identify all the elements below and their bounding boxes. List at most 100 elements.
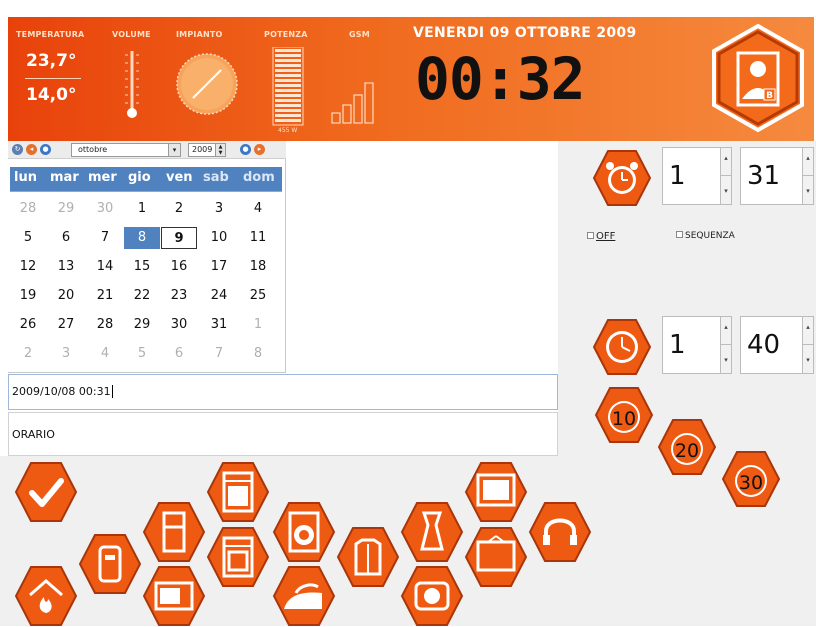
calendar-day[interactable]: 5 bbox=[10, 227, 46, 249]
timer-minute-spinbox[interactable]: 40 ▴ ▾ bbox=[740, 316, 814, 374]
year-spinbox[interactable]: 2009 ▲ ▼ bbox=[188, 143, 226, 157]
tv-button[interactable] bbox=[464, 461, 528, 523]
next-month-icon[interactable]: ▸ bbox=[254, 144, 265, 155]
calendar-day[interactable]: 7 bbox=[87, 227, 123, 249]
spin-up-icon[interactable]: ▴ bbox=[720, 317, 731, 345]
calendar-day[interactable]: 8 bbox=[124, 227, 160, 249]
sequenza-checkbox-box[interactable] bbox=[676, 231, 683, 238]
calendar-day[interactable]: 27 bbox=[48, 314, 84, 336]
user-profile-button[interactable]: B bbox=[710, 23, 806, 137]
oven-button[interactable] bbox=[206, 526, 270, 588]
sequenza-checkbox[interactable]: SEQUENZA bbox=[676, 231, 735, 241]
calendar-day[interactable]: 1 bbox=[240, 314, 276, 336]
spin-down-icon[interactable]: ▾ bbox=[720, 176, 731, 204]
weekday-header: lun mar mer gio ven sab dom bbox=[10, 167, 282, 191]
calendar-day[interactable]: 12 bbox=[10, 256, 46, 278]
prev-month-icon[interactable]: ◂ bbox=[26, 144, 37, 155]
off-checkbox-box[interactable] bbox=[587, 232, 594, 239]
off-checkbox[interactable]: OFF bbox=[587, 231, 615, 242]
calendar-day[interactable]: 30 bbox=[87, 198, 123, 220]
weekday-5: sab bbox=[203, 170, 229, 185]
toaster-button[interactable] bbox=[400, 565, 464, 627]
calendar-day[interactable]: 2 bbox=[161, 198, 197, 220]
volume-slider[interactable] bbox=[122, 49, 142, 121]
calendar-day[interactable]: 3 bbox=[48, 343, 84, 365]
spin-up-icon[interactable]: ▴ bbox=[802, 148, 813, 176]
calendar-day[interactable]: 26 bbox=[10, 314, 46, 336]
coffee-maker-button[interactable] bbox=[400, 501, 464, 563]
calendar-day[interactable]: 4 bbox=[87, 343, 123, 365]
alarm-hour-spinbox[interactable]: 1 ▴ ▾ bbox=[662, 147, 732, 205]
alarm-clock-button[interactable] bbox=[592, 149, 652, 207]
small-tv-button[interactable] bbox=[464, 526, 528, 588]
alarm-minute-spinbox[interactable]: 31 ▴ ▾ bbox=[740, 147, 814, 205]
calendar-day[interactable]: 17 bbox=[201, 256, 237, 278]
microwave-icon bbox=[142, 566, 206, 626]
calendar-day[interactable]: 18 bbox=[240, 256, 276, 278]
quick-timer-30-button[interactable]: 30 bbox=[721, 450, 781, 508]
quick-timer-20-button[interactable]: 20 bbox=[657, 418, 717, 476]
calendar-day[interactable]: 21 bbox=[87, 285, 123, 307]
datetime-field[interactable]: 2009/10/08 00:31 bbox=[8, 374, 558, 410]
month-select[interactable]: ottobre ▾ bbox=[71, 143, 181, 157]
volume-label: VOLUME bbox=[112, 30, 151, 39]
refresh-icon[interactable]: ↻ bbox=[12, 144, 23, 155]
refrigerator-button[interactable] bbox=[142, 501, 206, 563]
washing-machine-button[interactable] bbox=[272, 501, 336, 563]
calendar-day[interactable]: 3 bbox=[201, 198, 237, 220]
water-heater-button[interactable] bbox=[78, 533, 142, 595]
calendar-day[interactable]: 7 bbox=[201, 343, 237, 365]
calendar-day[interactable]: 25 bbox=[240, 285, 276, 307]
calendar-day[interactable]: 2 bbox=[10, 343, 46, 365]
spin-down-icon[interactable]: ▾ bbox=[802, 176, 813, 204]
timer-hour-spinbox[interactable]: 1 ▴ ▾ bbox=[662, 316, 732, 374]
calendar-day[interactable]: 4 bbox=[240, 198, 276, 220]
heating-button[interactable] bbox=[14, 565, 78, 627]
calendar-day[interactable]: 28 bbox=[87, 314, 123, 336]
calendar-info-icon[interactable]: ● bbox=[240, 144, 251, 155]
weekday-3: gio bbox=[128, 170, 151, 185]
calendar-day[interactable]: 8 bbox=[240, 343, 276, 365]
calendar-day[interactable]: 11 bbox=[240, 227, 276, 249]
audio-button[interactable] bbox=[528, 501, 592, 563]
calendar-home-icon[interactable]: ● bbox=[40, 144, 51, 155]
calendar-day[interactable]: 6 bbox=[161, 343, 197, 365]
spin-up-icon[interactable]: ▴ bbox=[802, 317, 813, 345]
calendar-day[interactable]: 31 bbox=[201, 314, 237, 336]
iron-button[interactable] bbox=[272, 565, 336, 627]
calendar-day[interactable]: 30 bbox=[161, 314, 197, 336]
calendar-day[interactable]: 1 bbox=[124, 198, 160, 220]
calendar-day[interactable]: 5 bbox=[124, 343, 160, 365]
calendar-day[interactable]: 14 bbox=[87, 256, 123, 278]
shirts-button[interactable] bbox=[336, 526, 400, 588]
weekday-4: ven bbox=[166, 170, 193, 185]
spin-down-icon[interactable]: ▾ bbox=[802, 345, 813, 373]
orario-field[interactable]: ORARIO bbox=[8, 412, 558, 456]
calendar-day[interactable]: 20 bbox=[48, 285, 84, 307]
calendar-day[interactable]: 10 bbox=[201, 227, 237, 249]
calendar-day[interactable]: 9 bbox=[161, 227, 197, 249]
confirm-button[interactable] bbox=[14, 461, 78, 523]
calendar-day[interactable]: 15 bbox=[124, 256, 160, 278]
quick-timer-10-button[interactable]: 10 bbox=[594, 386, 654, 444]
calendar-day[interactable]: 29 bbox=[124, 314, 160, 336]
timer-clock-button[interactable] bbox=[592, 318, 652, 376]
calendar-day[interactable]: 16 bbox=[161, 256, 197, 278]
year-stepper-icon[interactable]: ▲ ▼ bbox=[215, 144, 225, 156]
calendar-day[interactable]: 28 bbox=[10, 198, 46, 220]
spin-up-icon[interactable]: ▴ bbox=[720, 148, 731, 176]
water-heater-icon bbox=[78, 534, 142, 594]
spin-down-icon[interactable]: ▾ bbox=[720, 345, 731, 373]
status-header: TEMPERATURA VOLUME IMPIANTO POTENZA GSM … bbox=[8, 17, 814, 141]
calendar-day[interactable]: 13 bbox=[48, 256, 84, 278]
calendar-day[interactable]: 23 bbox=[161, 285, 197, 307]
calendar-day[interactable]: 24 bbox=[201, 285, 237, 307]
calendar-day[interactable]: 22 bbox=[124, 285, 160, 307]
calendar-day[interactable]: 29 bbox=[48, 198, 84, 220]
dishwasher-button[interactable] bbox=[206, 461, 270, 523]
calendar-day[interactable]: 6 bbox=[48, 227, 84, 249]
microwave-button[interactable] bbox=[142, 565, 206, 627]
calendar-day[interactable]: 19 bbox=[10, 285, 46, 307]
impianto-label: IMPIANTO bbox=[176, 30, 223, 39]
chevron-down-icon[interactable]: ▾ bbox=[168, 144, 180, 156]
